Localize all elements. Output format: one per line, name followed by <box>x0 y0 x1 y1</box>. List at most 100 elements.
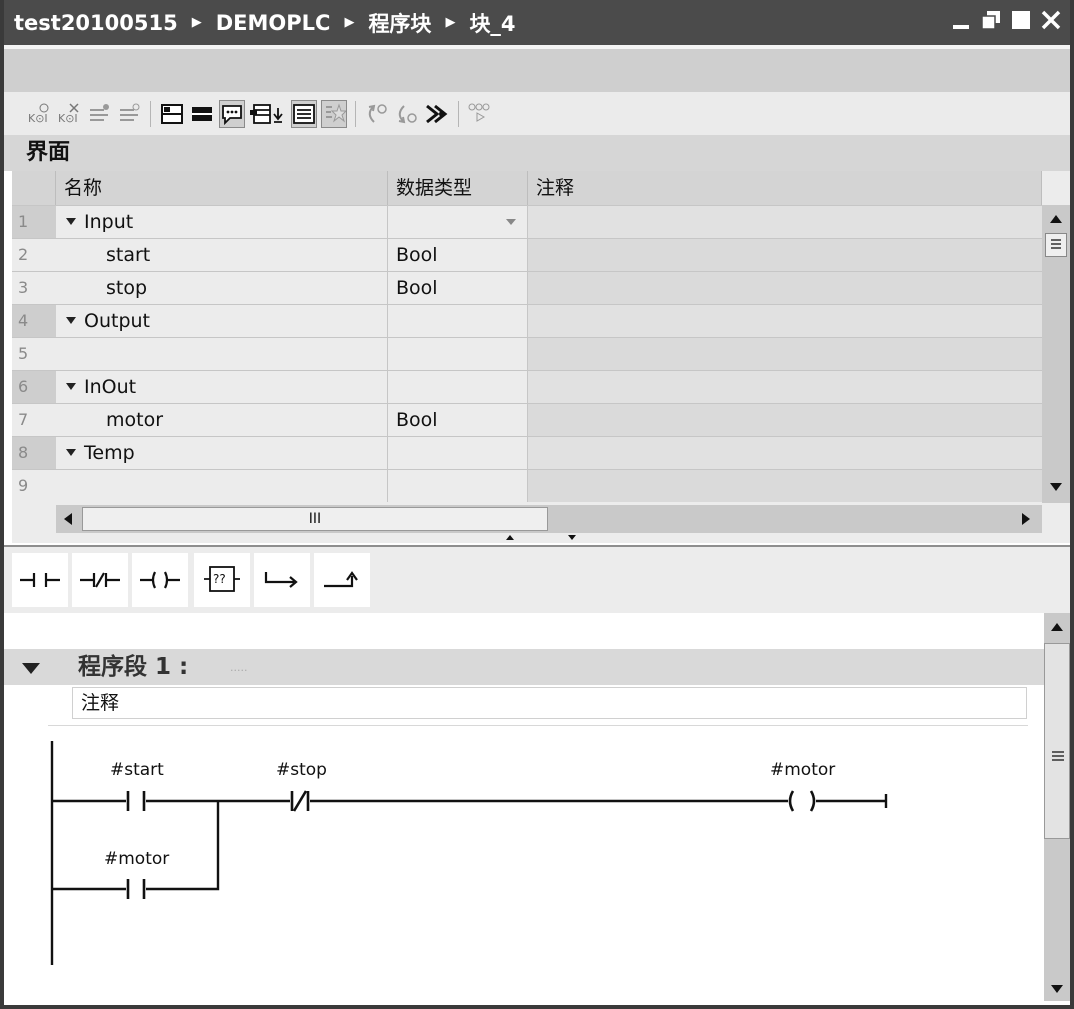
scroll-up-icon[interactable] <box>1050 215 1062 223</box>
interface-row[interactable]: 3 stop Bool <box>12 271 1042 304</box>
name-text: InOut <box>84 376 137 398</box>
datatype-cell[interactable] <box>388 338 528 370</box>
window-controls <box>950 8 1062 32</box>
collapse-up-icon[interactable] <box>506 535 514 540</box>
interface-row[interactable]: 4 Output <box>12 304 1042 337</box>
next-error-icon <box>398 104 417 123</box>
interface-row[interactable]: 5 <box>12 337 1042 370</box>
variable-name-cell[interactable] <box>56 470 388 502</box>
contact-stop-label[interactable]: #stop <box>276 760 327 780</box>
insert-row-button[interactable]: K⊙I <box>26 100 52 128</box>
scroll-up-icon[interactable] <box>1051 623 1063 631</box>
datatype-cell[interactable] <box>388 470 528 502</box>
comment-cell[interactable] <box>528 470 1042 502</box>
splitter-handle[interactable] <box>492 533 592 543</box>
toggle-comments-button[interactable] <box>219 99 245 128</box>
close-branch-button[interactable] <box>314 553 370 607</box>
monitoring-button[interactable] <box>424 100 450 128</box>
coil-motor-label[interactable]: #motor <box>770 760 835 780</box>
variable-name-cell[interactable]: stop <box>56 272 388 304</box>
contact-motor-label[interactable]: #motor <box>104 849 169 869</box>
comment-cell[interactable] <box>528 437 1042 469</box>
section-name-cell[interactable]: InOut <box>56 371 388 403</box>
maximize-button[interactable] <box>1010 8 1032 32</box>
close-button[interactable] <box>1040 8 1062 32</box>
contact-start-label[interactable]: #start <box>110 760 164 780</box>
datatype-cell[interactable] <box>388 437 528 469</box>
horizontal-scroll-thumb[interactable]: III <box>82 507 548 531</box>
interface-row[interactable]: 1 Input <box>12 205 1042 238</box>
comment-cell[interactable] <box>528 404 1042 436</box>
comment-cell[interactable] <box>528 305 1042 337</box>
scroll-left-icon[interactable] <box>64 513 72 525</box>
section-name-cell[interactable]: Temp <box>56 437 388 469</box>
normally-closed-contact-button[interactable] <box>72 553 128 607</box>
expand-caret-icon[interactable] <box>66 218 76 225</box>
comment-cell[interactable] <box>528 371 1042 403</box>
expand-caret-icon[interactable] <box>66 317 76 324</box>
load-block-button[interactable] <box>249 100 287 128</box>
scroll-down-icon[interactable] <box>1050 483 1062 491</box>
column-header-name[interactable]: 名称 <box>56 171 388 205</box>
scroll-right-icon[interactable] <box>1022 513 1030 525</box>
column-header-comment[interactable]: 注释 <box>528 171 1042 205</box>
delete-row-button[interactable]: K⊙I <box>56 100 82 128</box>
go-to-error-next-button[interactable] <box>394 100 420 128</box>
variable-name-cell[interactable]: start <box>56 239 388 271</box>
close-branch-icon <box>324 571 358 588</box>
open-branch-button[interactable] <box>254 553 310 607</box>
expand-caret-icon[interactable] <box>66 383 76 390</box>
datatype-cell[interactable]: Bool <box>388 404 528 436</box>
interface-horizontal-scrollbar[interactable]: III <box>56 505 1042 533</box>
normally-open-contact-button[interactable] <box>12 553 68 607</box>
comment-cell[interactable] <box>528 239 1042 271</box>
minimize-button[interactable] <box>950 8 972 32</box>
toggle-interface-button[interactable] <box>159 100 185 128</box>
datatype-cell[interactable]: Bool <box>388 272 528 304</box>
breadcrumb-separator-icon: ▶ <box>191 15 202 30</box>
datatype-cell[interactable]: Bool <box>388 239 528 271</box>
editor-vertical-scrollbar[interactable] <box>1044 613 1070 1001</box>
interface-row[interactable]: 6 InOut <box>12 370 1042 403</box>
branch-wire <box>52 801 220 891</box>
absolute-operands-button[interactable] <box>291 99 317 128</box>
breadcrumb-block[interactable]: 块_4 <box>469 8 515 38</box>
interface-vertical-scrollbar[interactable] <box>1042 205 1070 503</box>
toggle-network-button[interactable] <box>189 100 215 128</box>
go-to-error-prev-button[interactable] <box>364 100 390 128</box>
interface-row[interactable]: 8 Temp <box>12 436 1042 469</box>
section-name-cell[interactable]: Input <box>56 206 388 238</box>
variable-name-cell[interactable] <box>56 338 388 370</box>
variable-name-cell[interactable]: motor <box>56 404 388 436</box>
row-number: 2 <box>18 245 29 264</box>
interface-row[interactable]: 7 motor Bool <box>12 403 1042 436</box>
comment-cell[interactable] <box>528 338 1042 370</box>
increase-indent-button[interactable] <box>86 100 112 128</box>
expand-caret-icon[interactable] <box>66 449 76 456</box>
list-icon <box>293 103 315 124</box>
row-number: 8 <box>12 437 56 469</box>
comment-cell[interactable] <box>528 206 1042 238</box>
favorites-button[interactable] <box>321 99 347 128</box>
breadcrumb-project[interactable]: test20100515 <box>14 11 178 35</box>
breadcrumb-device[interactable]: DEMOPLC <box>216 11 331 35</box>
interface-row[interactable]: 2 start Bool <box>12 238 1042 271</box>
column-header-datatype[interactable]: 数据类型 <box>388 171 528 205</box>
vertical-scroll-thumb[interactable] <box>1045 233 1067 257</box>
scroll-down-icon[interactable] <box>1051 985 1063 993</box>
datatype-cell[interactable] <box>388 371 528 403</box>
restore-button[interactable] <box>980 8 1002 32</box>
collapse-down-icon[interactable] <box>568 535 576 540</box>
datatype-cell[interactable] <box>388 305 528 337</box>
section-name-cell[interactable]: Output <box>56 305 388 337</box>
simulation-button[interactable] <box>467 100 493 128</box>
breadcrumb-program-blocks[interactable]: 程序块 <box>368 8 431 38</box>
editor-scroll-thumb[interactable] <box>1044 643 1070 839</box>
datatype-dropdown-icon[interactable] <box>506 219 516 225</box>
decrease-indent-button[interactable] <box>116 100 142 128</box>
normally-open-contact-icon <box>20 573 60 587</box>
empty-box-button[interactable]: ?? <box>194 553 250 607</box>
coil-button[interactable] <box>132 553 188 607</box>
comment-cell[interactable] <box>528 272 1042 304</box>
interface-row[interactable]: 9 <box>12 469 1042 502</box>
